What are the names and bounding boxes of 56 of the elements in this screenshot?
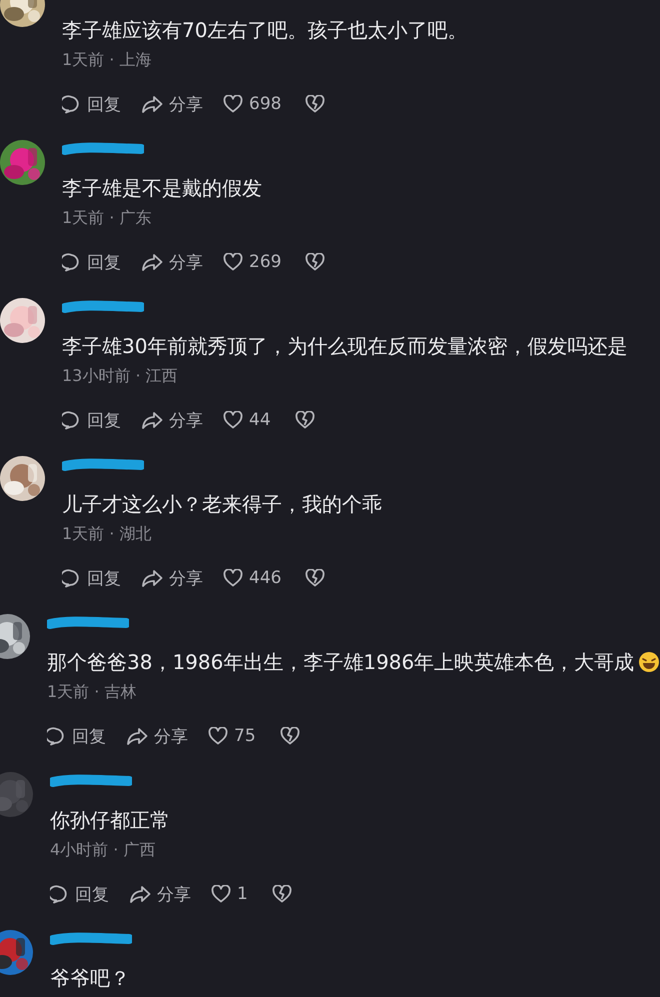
laughing-emoji-icon <box>638 651 660 673</box>
comment-text: 李子雄是不是戴的假发 <box>62 175 262 202</box>
comment-icon <box>50 884 69 904</box>
share-icon <box>141 252 163 272</box>
share-icon <box>141 410 163 430</box>
share-button[interactable]: 分享 <box>129 882 191 906</box>
broken-heart-icon[interactable] <box>305 569 326 587</box>
reply-button[interactable]: 回复 <box>62 408 121 432</box>
share-icon <box>141 568 163 588</box>
comment-icon <box>62 94 81 114</box>
broken-heart-icon[interactable] <box>305 95 326 113</box>
share-icon <box>129 884 151 904</box>
reply-button[interactable]: 回复 <box>62 92 121 116</box>
reply-button[interactable]: 回复 <box>62 250 121 274</box>
share-button[interactable]: 分享 <box>141 408 203 432</box>
comment-text: 儿子才这么小？老来得子，我的个乖 <box>62 491 382 518</box>
heart-icon <box>211 885 231 903</box>
like-button[interactable]: 446 <box>223 568 282 588</box>
heart-icon <box>223 95 243 113</box>
like-button[interactable]: 1 <box>211 884 248 904</box>
like-button[interactable]: 75 <box>208 726 256 746</box>
broken-heart-icon[interactable] <box>294 411 315 429</box>
comment-text: 李子雄30年前就秀顶了，为什么现在反而发量浓密，假发吗还是 <box>62 333 628 360</box>
comment-icon <box>62 252 81 272</box>
broken-heart-icon[interactable] <box>280 727 300 745</box>
like-button[interactable]: 698 <box>223 94 282 114</box>
heart-icon <box>223 569 243 587</box>
comment-meta: 1天前 · 吉林 <box>47 681 138 703</box>
reply-button[interactable]: 回复 <box>50 882 109 906</box>
comment-meta: 1天前 · 广东 <box>62 207 152 229</box>
share-icon <box>141 94 163 114</box>
comment-text: 爷爷吧？ <box>50 965 130 992</box>
broken-heart-icon[interactable] <box>272 885 292 903</box>
heart-icon <box>223 411 243 429</box>
comment-icon <box>62 410 81 430</box>
reply-button[interactable]: 回复 <box>62 566 121 590</box>
reply-button[interactable]: 回复 <box>47 724 106 748</box>
comment-meta: 13小时前 · 江西 <box>62 365 179 387</box>
share-button[interactable]: 分享 <box>141 566 203 590</box>
like-button[interactable]: 44 <box>223 410 271 430</box>
comment-meta: 4小时前 · 广西 <box>50 839 156 861</box>
comment-icon <box>62 568 81 588</box>
heart-icon <box>208 727 228 745</box>
share-icon <box>126 726 148 746</box>
share-button[interactable]: 分享 <box>141 250 203 274</box>
comment-text: 那个爸爸38，1986年出生，李子雄1986年上映英雄本色，大哥成 <box>47 649 634 676</box>
heart-icon <box>223 253 243 271</box>
share-button[interactable]: 分享 <box>126 724 188 748</box>
comment-meta: 1天前 · 上海 <box>62 49 152 71</box>
comment-text: 李子雄应该有70左右了吧。孩子也太小了吧。 <box>62 17 468 44</box>
like-button[interactable]: 269 <box>223 252 282 272</box>
share-button[interactable]: 分享 <box>141 92 203 116</box>
comment-icon <box>47 726 66 746</box>
comment-text: 你孙仔都正常 <box>50 807 170 834</box>
comment-meta: 1天前 · 湖北 <box>62 523 152 545</box>
broken-heart-icon[interactable] <box>305 253 326 271</box>
